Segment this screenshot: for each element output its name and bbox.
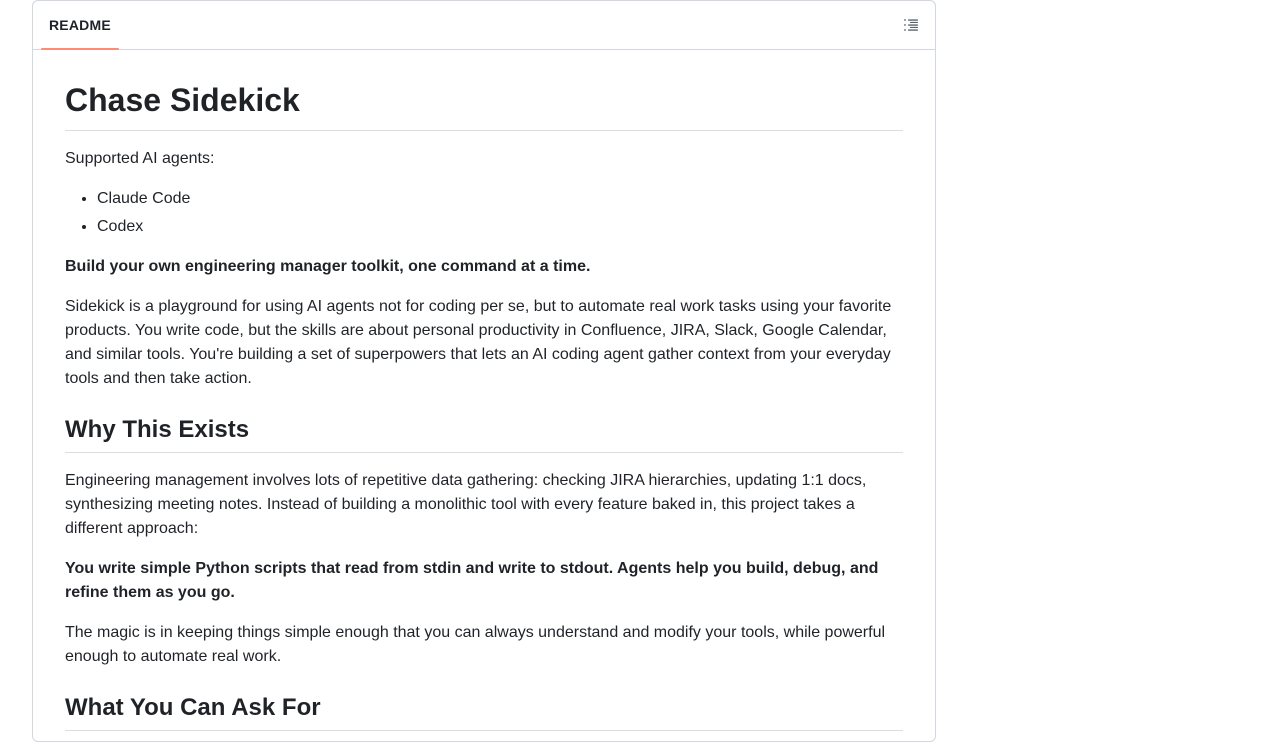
page-title: Chase Sidekick bbox=[65, 80, 903, 131]
tagline: Build your own engineering manager toolk… bbox=[65, 258, 591, 275]
readme-header: README bbox=[33, 1, 935, 50]
supported-agents-intro: Supported AI agents: bbox=[65, 150, 215, 167]
heading-what-you-can-ask-for: What You Can Ask For bbox=[65, 693, 903, 731]
list-item: Claude Code bbox=[97, 187, 903, 211]
readme-panel: README Chase Sidekick Supported AI agent… bbox=[32, 0, 936, 742]
intro-paragraph: Sidekick is a playground for using AI ag… bbox=[65, 298, 892, 387]
list-unordered-icon bbox=[904, 19, 918, 31]
magic-paragraph: The magic is in keeping things simple en… bbox=[65, 624, 886, 665]
tab-readme[interactable]: README bbox=[41, 1, 119, 50]
why-paragraph: Engineering management involves lots of … bbox=[65, 472, 867, 537]
why-bold-paragraph: You write simple Python scripts that rea… bbox=[65, 560, 879, 601]
heading-why-this-exists: Why This Exists bbox=[65, 415, 903, 453]
agents-list: Claude Code Codex bbox=[65, 187, 903, 239]
outline-button[interactable] bbox=[901, 15, 921, 35]
list-item: Codex bbox=[97, 215, 903, 239]
readme-content: Chase Sidekick Supported AI agents: Clau… bbox=[33, 50, 935, 731]
